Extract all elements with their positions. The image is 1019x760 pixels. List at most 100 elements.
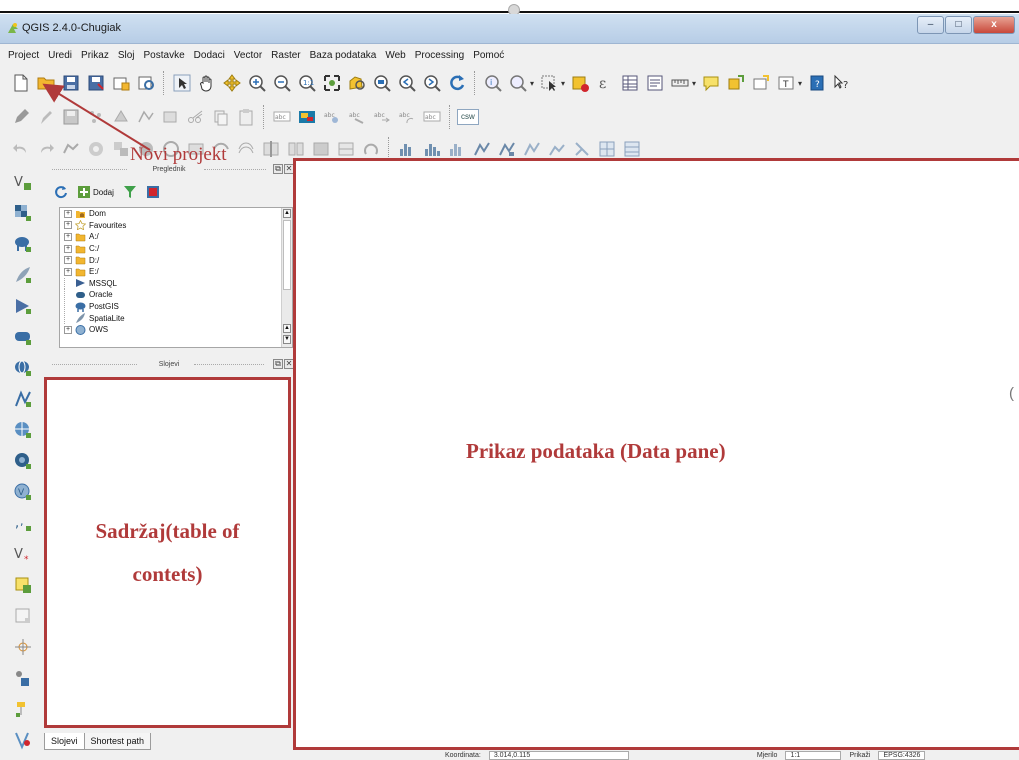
zoom-next-button[interactable] — [421, 72, 443, 94]
raster-tool-10-button[interactable] — [621, 138, 643, 160]
undo-button[interactable] — [10, 138, 32, 160]
save-project-button[interactable] — [60, 72, 82, 94]
deselect-features-button[interactable] — [569, 72, 591, 94]
zoom-full-button[interactable] — [321, 72, 343, 94]
scale-field[interactable]: 1:1 — [785, 750, 842, 760]
menu-dodaci[interactable]: Dodaci — [194, 50, 225, 61]
add-postgis-layer-button[interactable] — [10, 232, 36, 256]
tree-item-drive-e[interactable]: + E:/ — [60, 266, 292, 278]
raster-tool-3-button[interactable] — [446, 138, 468, 160]
pin-labels-button[interactable]: abc — [321, 106, 343, 128]
cut-features-button[interactable] — [185, 106, 207, 128]
show-hide-labels-button[interactable]: abc — [346, 106, 368, 128]
field-calculator-button[interactable]: ε — [594, 72, 616, 94]
rotate-label-button[interactable]: abc — [396, 106, 418, 128]
expand-icon[interactable]: + — [64, 232, 72, 241]
add-wcs-layer-button[interactable] — [10, 387, 36, 411]
merge-features-button[interactable] — [310, 138, 332, 160]
zoom-native-button[interactable]: 1:1 — [296, 72, 318, 94]
menu-processing[interactable]: Processing — [415, 50, 464, 61]
scroll-up-button[interactable]: ▲ — [283, 324, 291, 333]
tree-item-spatialite[interactable]: SpatiaLite — [60, 312, 292, 324]
float-panel-button[interactable]: ⧉ — [273, 164, 283, 174]
zoom-in-button[interactable] — [246, 72, 268, 94]
rotate-point-symbols-button[interactable] — [360, 138, 382, 160]
add-oracle-layer-button[interactable] — [10, 325, 36, 349]
merge-attributes-button[interactable] — [335, 138, 357, 160]
new-gpx-button[interactable] — [10, 666, 36, 690]
statistical-summary-button[interactable] — [644, 72, 666, 94]
refresh-button[interactable] — [446, 72, 468, 94]
identify-features-button[interactable]: i — [482, 72, 504, 94]
tree-item-oracle[interactable]: Oracle — [60, 289, 292, 301]
add-virtual-layer-button[interactable]: V — [10, 480, 36, 504]
browser-filter-button[interactable] — [123, 185, 137, 199]
menu-raster[interactable]: Raster — [271, 50, 300, 61]
add-wfs-layer-button[interactable] — [10, 418, 36, 442]
tree-item-drive-a[interactable]: + A:/ — [60, 231, 292, 243]
tab-shortest-path[interactable]: Shortest path — [83, 733, 152, 750]
scroll-down-button[interactable]: ▼ — [283, 335, 291, 344]
dropdown-arrow-icon[interactable]: ▾ — [530, 79, 534, 88]
menu-web[interactable]: Web — [385, 50, 405, 61]
layers-table-of-contents[interactable]: Sadržaj(table of contets) — [44, 377, 291, 728]
expand-icon[interactable]: + — [64, 221, 72, 230]
composer-manager-button[interactable] — [135, 72, 157, 94]
simplify-feature-button[interactable] — [60, 138, 82, 160]
toggle-editing-button[interactable] — [35, 106, 57, 128]
move-label-button[interactable]: abc — [371, 106, 393, 128]
save-as-button[interactable] — [85, 72, 107, 94]
add-wms-layer-button[interactable] — [10, 356, 36, 380]
attribute-table-button[interactable] — [619, 72, 641, 94]
offset-curve-button[interactable] — [235, 138, 257, 160]
raster-tool-6-button[interactable] — [521, 138, 543, 160]
add-mssql-layer-button[interactable] — [10, 294, 36, 318]
paste-features-button[interactable] — [235, 106, 257, 128]
show-bookmarks-button[interactable] — [750, 72, 772, 94]
render-checkbox-label[interactable]: Prikaži — [849, 752, 870, 759]
raster-tool-2-button[interactable] — [421, 138, 443, 160]
delete-selected-button[interactable] — [160, 106, 182, 128]
map-tips-button[interactable] — [700, 72, 722, 94]
layer-labeling-button[interactable] — [296, 106, 318, 128]
menu-project[interactable]: Project — [8, 50, 39, 61]
add-ring-button[interactable] — [85, 138, 107, 160]
add-delimited-text-button[interactable] — [10, 449, 36, 473]
save-edits-button[interactable] — [60, 106, 82, 128]
menu-sloj[interactable]: Sloj — [118, 50, 135, 61]
help-contents-button[interactable]: ? — [806, 72, 828, 94]
virtual-raster-button[interactable] — [10, 728, 36, 752]
menu-vector[interactable]: Vector — [234, 50, 262, 61]
tree-item-postgis[interactable]: PostGIS — [60, 301, 292, 313]
tree-item-ows[interactable]: + OWS — [60, 324, 292, 336]
add-delimited-layer-button[interactable]: ,, — [10, 511, 36, 535]
change-label-button[interactable]: abc — [421, 106, 443, 128]
new-spatialite-button[interactable] — [10, 573, 36, 597]
csw-button[interactable]: csw — [457, 109, 479, 125]
touch-zoom-pan-button[interactable] — [171, 72, 193, 94]
new-bookmark-button[interactable] — [725, 72, 747, 94]
whats-this-button[interactable]: ? — [831, 72, 853, 94]
expand-icon[interactable]: + — [64, 244, 72, 253]
raster-tool-5-button[interactable] — [496, 138, 518, 160]
label-toolbar-button[interactable]: abc — [271, 106, 293, 128]
tab-slojevi[interactable]: Slojevi — [44, 733, 85, 750]
menu-postavke[interactable]: Postavke — [144, 50, 185, 61]
select-features-button[interactable] — [538, 72, 560, 94]
expand-icon[interactable]: + — [64, 325, 72, 334]
expand-icon[interactable]: + — [64, 256, 72, 265]
add-wfs-vector-button[interactable] — [10, 697, 36, 721]
menu-uredi[interactable]: Uredi — [48, 50, 72, 61]
browser-tree[interactable]: + Dom + Favourites + A:/ + C:/ + D:/ + E:/ MSS… — [59, 207, 293, 348]
close-button[interactable]: x — [973, 16, 1015, 34]
add-vector-layer-button[interactable]: V — [10, 170, 36, 194]
remove-layer-button[interactable] — [10, 604, 36, 628]
split-parts-button[interactable] — [285, 138, 307, 160]
browser-add-button[interactable]: Dodaj — [77, 185, 114, 199]
coordinate-field[interactable]: 3.014,0.115 — [488, 750, 629, 760]
dropdown-arrow-icon[interactable]: ▾ — [692, 79, 696, 88]
scroll-thumb[interactable] — [283, 220, 291, 290]
redo-button[interactable] — [35, 138, 57, 160]
menu-prikaz[interactable]: Prikaz — [81, 50, 109, 61]
map-canvas[interactable]: Prikaz podataka (Data pane) — [293, 158, 1019, 750]
